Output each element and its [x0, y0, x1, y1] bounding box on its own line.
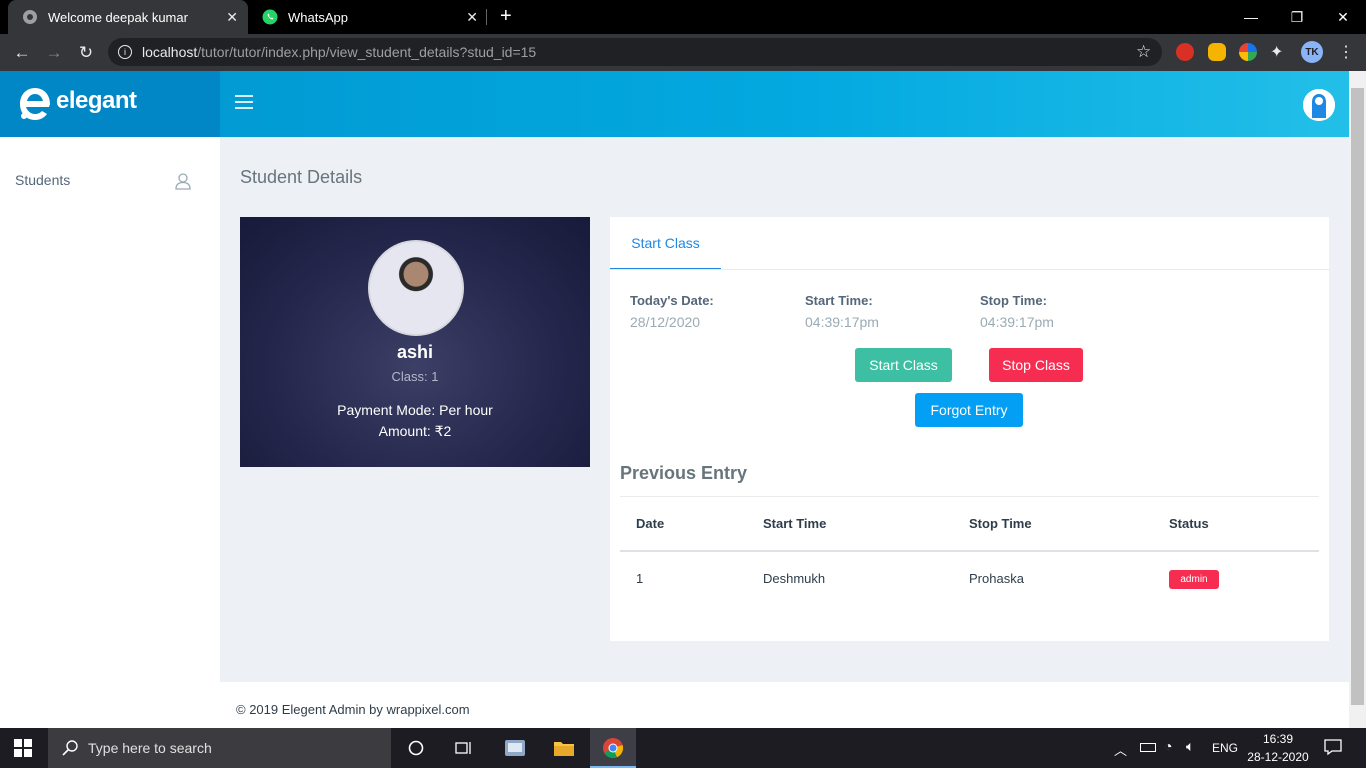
tab-title: WhatsApp	[288, 9, 348, 25]
hamburger-menu-icon[interactable]	[235, 95, 253, 109]
table-header-border	[620, 550, 1319, 552]
url-text[interactable]: localhost/tutor/tutor/index.php/view_stu…	[142, 44, 536, 60]
taskbar-search-placeholder[interactable]: Type here to search	[88, 740, 212, 756]
tab-welcome[interactable]: Welcome deepak kumar ✕	[8, 0, 248, 34]
start-time-value: 04:39:17pm	[805, 314, 879, 330]
student-name: ashi	[396, 342, 434, 362]
close-tab-icon[interactable]: ✕	[466, 9, 478, 26]
info-icon[interactable]: i	[118, 45, 132, 59]
bookmark-star-icon[interactable]: ☆	[1136, 42, 1151, 62]
browser-menu-icon[interactable]: ⋮	[1338, 42, 1354, 62]
payment-mode: Payment Mode: Per hour	[337, 402, 493, 418]
whatsapp-icon	[262, 9, 278, 25]
logo-text[interactable]: elegant	[56, 87, 137, 115]
stop-time-value: 04:39:17pm	[980, 314, 1054, 330]
extensions-puzzle-icon[interactable]: ✦	[1270, 42, 1283, 62]
student-photo	[368, 240, 464, 336]
forgot-entry-button[interactable]: Forgot Entry	[915, 393, 1023, 427]
chrome-icon	[601, 736, 625, 760]
back-icon[interactable]: ←	[10, 41, 34, 65]
notification-icon[interactable]	[1324, 738, 1342, 761]
profile-avatar[interactable]: TK	[1301, 41, 1323, 63]
column-header-stop-time: Stop Time	[969, 516, 1032, 531]
forward-icon[interactable]: →	[42, 41, 66, 65]
tab-title: Welcome deepak kumar	[48, 9, 188, 25]
search-icon	[62, 739, 78, 762]
todays-date-label: Today's Date:	[630, 293, 714, 308]
wifi-icon[interactable]: ◔	[1164, 738, 1172, 754]
new-tab-button[interactable]: +	[500, 5, 512, 28]
student-class: Class: 1	[391, 369, 439, 384]
restore-icon[interactable]: ❐	[1274, 0, 1320, 34]
user-avatar[interactable]	[1303, 89, 1335, 121]
user-avatar-icon	[1303, 89, 1335, 121]
todays-date-value: 28/12/2020	[630, 314, 701, 330]
start-time-label: Start Time:	[805, 293, 873, 308]
table-top-border	[620, 496, 1319, 497]
extension-pencil-icon[interactable]	[1208, 43, 1226, 61]
page-title: Student Details	[240, 167, 363, 187]
close-window-icon[interactable]: ✕	[1320, 0, 1366, 34]
footer-text: © 2019 Elegent Admin by wrappixel.com	[236, 702, 470, 717]
tab-divider	[486, 9, 487, 25]
tab-whatsapp[interactable]: WhatsApp ✕	[248, 0, 488, 34]
logo-mark-icon	[18, 86, 52, 122]
task-view-icon[interactable]	[452, 736, 476, 760]
reload-icon[interactable]: ↻	[74, 41, 98, 65]
minimize-icon[interactable]: —	[1228, 0, 1274, 34]
sidebar-item-label[interactable]: Students	[15, 172, 70, 188]
tray-date[interactable]: 28-12-2020	[1246, 750, 1310, 764]
cell-start-time: Deshmukh	[763, 571, 826, 586]
file-explorer-icon[interactable]	[552, 736, 576, 760]
cell-date: 1	[636, 571, 644, 586]
tray-time[interactable]: 16:39	[1262, 732, 1294, 746]
previous-entry-title: Previous Entry	[620, 463, 748, 483]
cortana-icon[interactable]	[404, 736, 428, 760]
globe-icon	[22, 9, 38, 25]
amount: Amount: ₹2	[378, 423, 452, 439]
start-class-button[interactable]: Start Class	[855, 348, 952, 382]
cell-stop-time: Prohaska	[969, 571, 1024, 586]
tray-chevron-up-icon[interactable]: ︿	[1114, 740, 1127, 759]
column-header-start-time: Start Time	[763, 516, 827, 531]
sidebar	[0, 137, 220, 728]
extension-stop-icon[interactable]	[1176, 43, 1194, 61]
extension-color-icon[interactable]	[1239, 43, 1257, 61]
status-badge: admin	[1169, 570, 1219, 589]
close-tab-icon[interactable]: ✕	[226, 9, 238, 26]
scrollbar-thumb[interactable]	[1351, 88, 1364, 705]
user-icon	[174, 172, 192, 190]
volume-icon[interactable]: 🔈︎	[1186, 738, 1194, 755]
column-header-date: Date	[636, 516, 665, 531]
tab-divider	[610, 269, 1329, 270]
app-icon[interactable]	[503, 736, 527, 760]
tab-start-class[interactable]: Start Class	[610, 217, 721, 270]
column-header-status: Status	[1169, 516, 1209, 531]
battery-icon[interactable]	[1140, 743, 1156, 752]
stop-time-label: Stop Time:	[980, 293, 1047, 308]
windows-start-icon[interactable]	[14, 739, 32, 762]
language-indicator[interactable]: ENG	[1212, 741, 1238, 755]
stop-class-button[interactable]: Stop Class	[989, 348, 1083, 382]
